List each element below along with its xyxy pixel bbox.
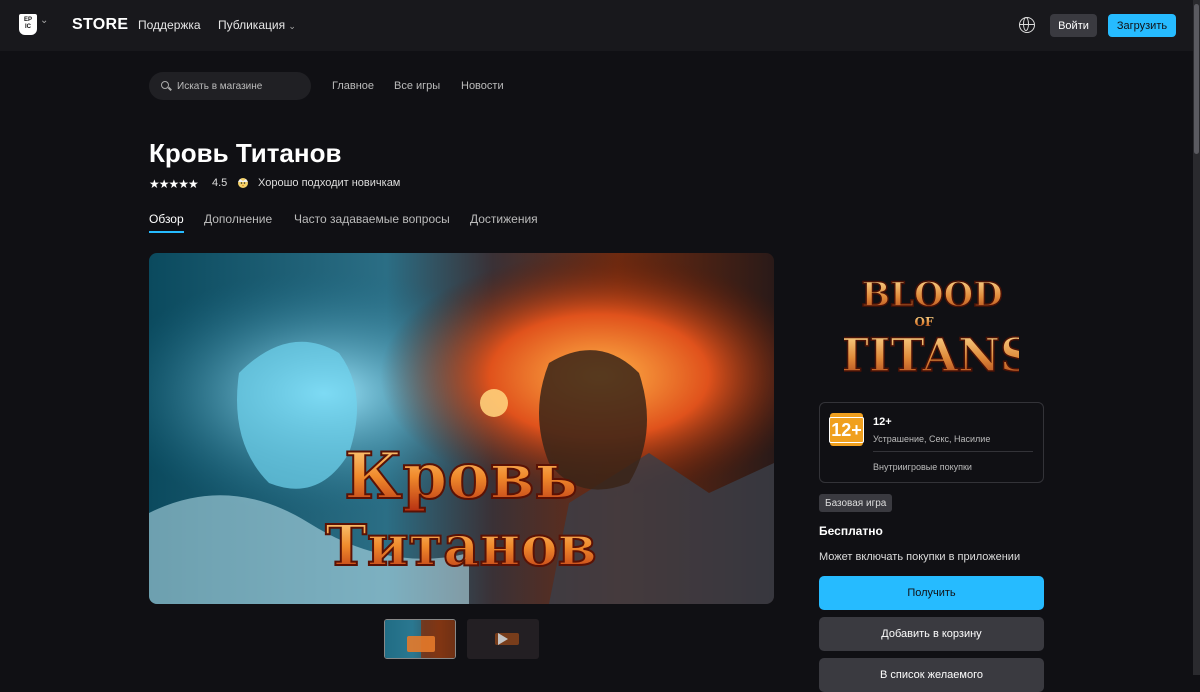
add-to-cart-button[interactable]: Добавить в корзину [819, 617, 1044, 651]
thumbnail-video[interactable] [467, 619, 539, 659]
scrollbar[interactable] [1193, 0, 1200, 675]
search-icon [161, 81, 169, 89]
price: Бесплатно [819, 524, 883, 538]
thumbnail-image[interactable] [384, 619, 456, 659]
tab-addons[interactable]: Дополнение [204, 212, 272, 226]
login-button[interactable]: Войти [1050, 14, 1097, 37]
subnav-news[interactable]: Новости [461, 80, 504, 92]
chevron-down-icon: ⌄ [288, 21, 296, 31]
star-rating-icon: ★★★★★ [149, 177, 199, 191]
nav-support[interactable]: Поддержка [138, 18, 201, 32]
logo-line-of: OF [915, 315, 934, 329]
iap-note: Может включать покупки в приложении [819, 551, 1021, 563]
tab-achievements[interactable]: Достижения [470, 212, 538, 226]
divider [873, 451, 1033, 452]
age-rating-card: 12+ 12+ Устрашение, Секс, Насилие Внутри… [819, 402, 1044, 483]
get-button[interactable]: Получить [819, 576, 1044, 610]
subnav-all-games[interactable]: Все игры [394, 80, 440, 92]
subnav-home[interactable]: Главное [332, 80, 374, 92]
page-title: Кровь Титанов [149, 138, 342, 168]
hero-title-line1: Кровь [344, 439, 578, 514]
nav-publishing[interactable]: Публикация ⌄ [218, 18, 296, 32]
top-bar: EP IC ⌄ STORE Поддержка Публикация ⌄ Войт… [0, 0, 1193, 51]
tab-faq[interactable]: Часто задаваемые вопросы [294, 212, 450, 226]
base-game-tag: Базовая игра [819, 494, 893, 512]
download-button[interactable]: Загрузить [1108, 14, 1176, 37]
active-tab-indicator [149, 231, 184, 233]
age-rating-label: 12+ [873, 416, 892, 428]
wishlist-button[interactable]: В список желаемого [819, 658, 1044, 692]
game-logo: BLOOD OF TITANS [834, 268, 1034, 383]
hero-image[interactable]: Кровь Титанов [149, 253, 774, 604]
beginner-badge: Хорошо подходит новичкам [258, 177, 401, 189]
content-descriptors: Устрашение, Секс, Насилие [873, 434, 991, 444]
chevron-down-icon[interactable]: ⌄ [40, 15, 48, 26]
chick-icon [238, 178, 248, 188]
age-rating-badge: 12+ [829, 413, 864, 446]
logo-line-blood: BLOOD [861, 275, 1002, 315]
epic-logo[interactable]: EP IC [19, 14, 37, 35]
globe-icon[interactable] [1019, 17, 1035, 33]
search-box[interactable] [149, 72, 311, 100]
tab-overview[interactable]: Обзор [149, 212, 184, 226]
search-input[interactable] [177, 72, 307, 100]
rating-value: 4.5 [212, 177, 228, 189]
hero-title-line2: Титанов [325, 513, 596, 579]
store-label[interactable]: STORE [72, 16, 128, 34]
in-game-purchases-note: Внутриигровые покупки [873, 462, 972, 472]
logo-line-titans: TITANS [844, 328, 1019, 382]
scrollbar-thumb[interactable] [1194, 4, 1199, 154]
